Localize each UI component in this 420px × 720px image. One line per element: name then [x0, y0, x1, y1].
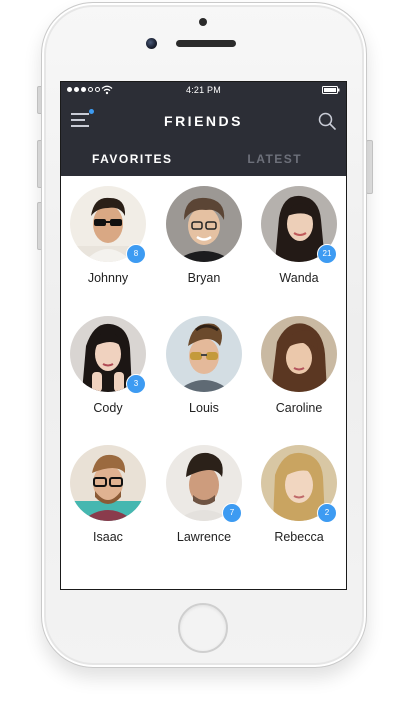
tab-latest[interactable]: LATEST [204, 143, 347, 176]
avatar [166, 186, 242, 262]
avatar [261, 316, 337, 392]
page-title: FRIENDS [164, 113, 243, 129]
proximity-sensor [199, 18, 207, 26]
phone-screen: 4:21 PM FRIENDS FAVORITES LATEST 8 Johnn… [60, 81, 347, 590]
friend-name: Rebecca [274, 530, 324, 544]
avatar [166, 316, 242, 392]
status-bar: 4:21 PM [61, 82, 346, 99]
tab-favorites[interactable]: FAVORITES [61, 143, 204, 176]
power-button [366, 140, 373, 194]
friend-name: Lawrence [176, 530, 232, 544]
friend-name: Isaac [93, 530, 123, 544]
friend-name: Cody [93, 401, 123, 415]
friend-name: Bryan [187, 271, 221, 285]
friend-name: Johnny [87, 271, 129, 285]
friend-card-johnny[interactable]: 8 Johnny [61, 176, 156, 286]
notification-count-badge: 3 [126, 374, 146, 394]
speaker-grill [176, 40, 236, 47]
friend-name: Wanda [279, 271, 319, 285]
status-time: 4:21 PM [186, 85, 221, 95]
friend-card-wanda[interactable]: 21 Wanda [251, 176, 346, 286]
friend-name: Louis [189, 401, 219, 415]
notification-count-badge: 8 [126, 244, 146, 264]
battery-icon [322, 86, 340, 94]
page: 4:21 PM FRIENDS FAVORITES LATEST 8 Johnn… [0, 0, 420, 720]
avatar [70, 445, 146, 521]
front-camera-icon [146, 38, 157, 49]
friends-grid: 8 Johnny Bryan 21 Wanda 3 Cody Louis Car… [61, 176, 346, 589]
friend-name: Caroline [275, 401, 323, 415]
friend-card-isaac[interactable]: Isaac [61, 435, 156, 545]
friend-card-bryan[interactable]: Bryan [156, 176, 252, 286]
friend-card-louis[interactable]: Louis [156, 306, 252, 416]
search-icon[interactable] [318, 112, 336, 130]
friend-card-rebecca[interactable]: 2 Rebecca [251, 435, 346, 545]
app-header: FRIENDS [61, 99, 346, 143]
notification-count-badge: 21 [317, 244, 337, 264]
friend-card-lawrence[interactable]: 7 Lawrence [156, 435, 252, 545]
notification-count-badge: 2 [317, 503, 337, 523]
friend-card-caroline[interactable]: Caroline [251, 306, 346, 416]
notification-count-badge: 7 [222, 503, 242, 523]
friend-card-cody[interactable]: 3 Cody [61, 306, 156, 416]
home-button[interactable] [178, 603, 228, 653]
tab-bar: FAVORITES LATEST [61, 143, 346, 176]
